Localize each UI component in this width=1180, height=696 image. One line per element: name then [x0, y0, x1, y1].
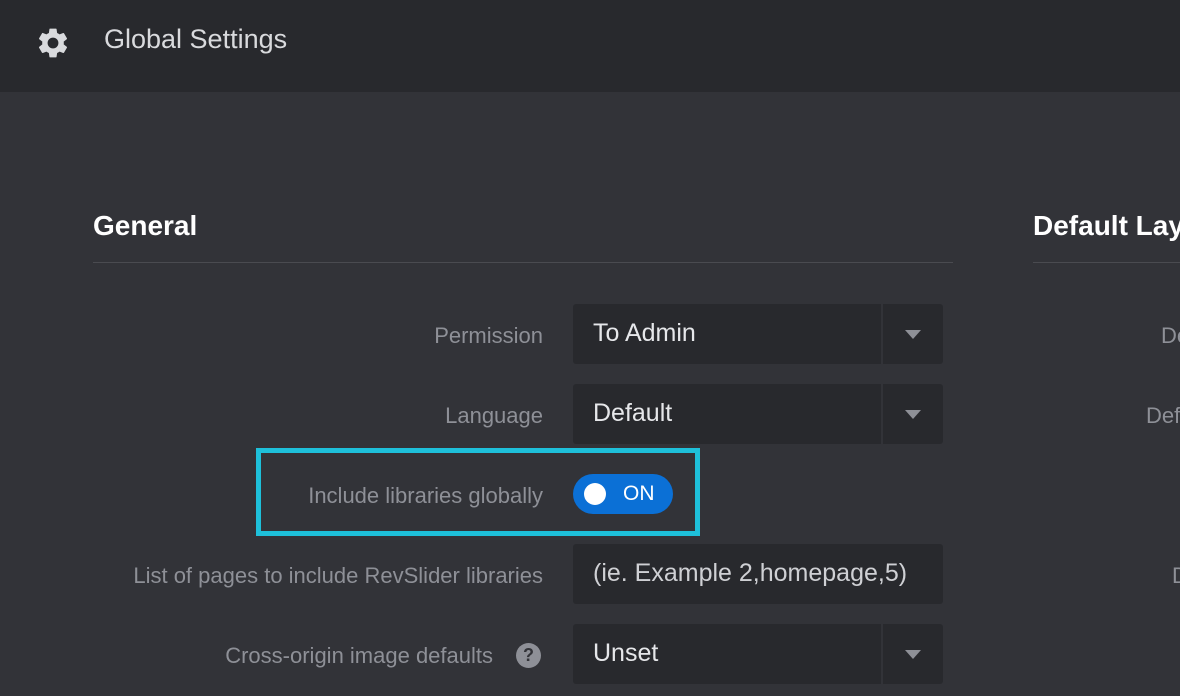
top-bar: Global Settings: [0, 0, 1180, 92]
chevron-down-icon[interactable]: [905, 330, 921, 339]
gear-icon: [38, 28, 68, 58]
cross-origin-value: Unset: [593, 639, 659, 667]
page-title: Global Settings: [104, 24, 288, 54]
pages-list-placeholder: (ie. Example 2,homepage,5): [593, 559, 908, 587]
select-divider: [881, 304, 883, 364]
language-label: Language: [445, 403, 543, 428]
pages-list-label: List of pages to include RevSlider libra…: [133, 563, 543, 588]
include-libraries-label: Include libraries globally: [308, 483, 543, 508]
permission-select[interactable]: To Admin: [573, 304, 943, 364]
pages-list-input[interactable]: (ie. Example 2,homepage,5): [573, 544, 943, 604]
section-divider: [1033, 262, 1180, 263]
toggle-state-label: ON: [623, 482, 655, 505]
language-value: Default: [593, 399, 673, 427]
permission-value: To Admin: [593, 319, 696, 347]
section-title-default-layout: Default Lay: [1033, 210, 1180, 241]
chevron-down-icon[interactable]: [905, 650, 921, 659]
default-layout-row3-label: D: [1172, 563, 1180, 588]
cross-origin-select[interactable]: Unset: [573, 624, 943, 684]
default-layout-row2-label: Def: [1146, 403, 1180, 428]
language-select[interactable]: Default: [573, 384, 943, 444]
toggle-knob: [584, 483, 606, 505]
permission-label: Permission: [434, 323, 543, 348]
default-layout-row1-label: De: [1161, 323, 1180, 348]
chevron-down-icon[interactable]: [905, 410, 921, 419]
select-divider: [881, 624, 883, 684]
section-title-general: General: [93, 210, 198, 241]
help-icon[interactable]: ?: [516, 643, 541, 668]
section-divider: [93, 262, 953, 263]
select-divider: [881, 384, 883, 444]
include-libraries-toggle[interactable]: ON: [573, 474, 673, 514]
cross-origin-label: Cross-origin image defaults: [225, 643, 493, 668]
